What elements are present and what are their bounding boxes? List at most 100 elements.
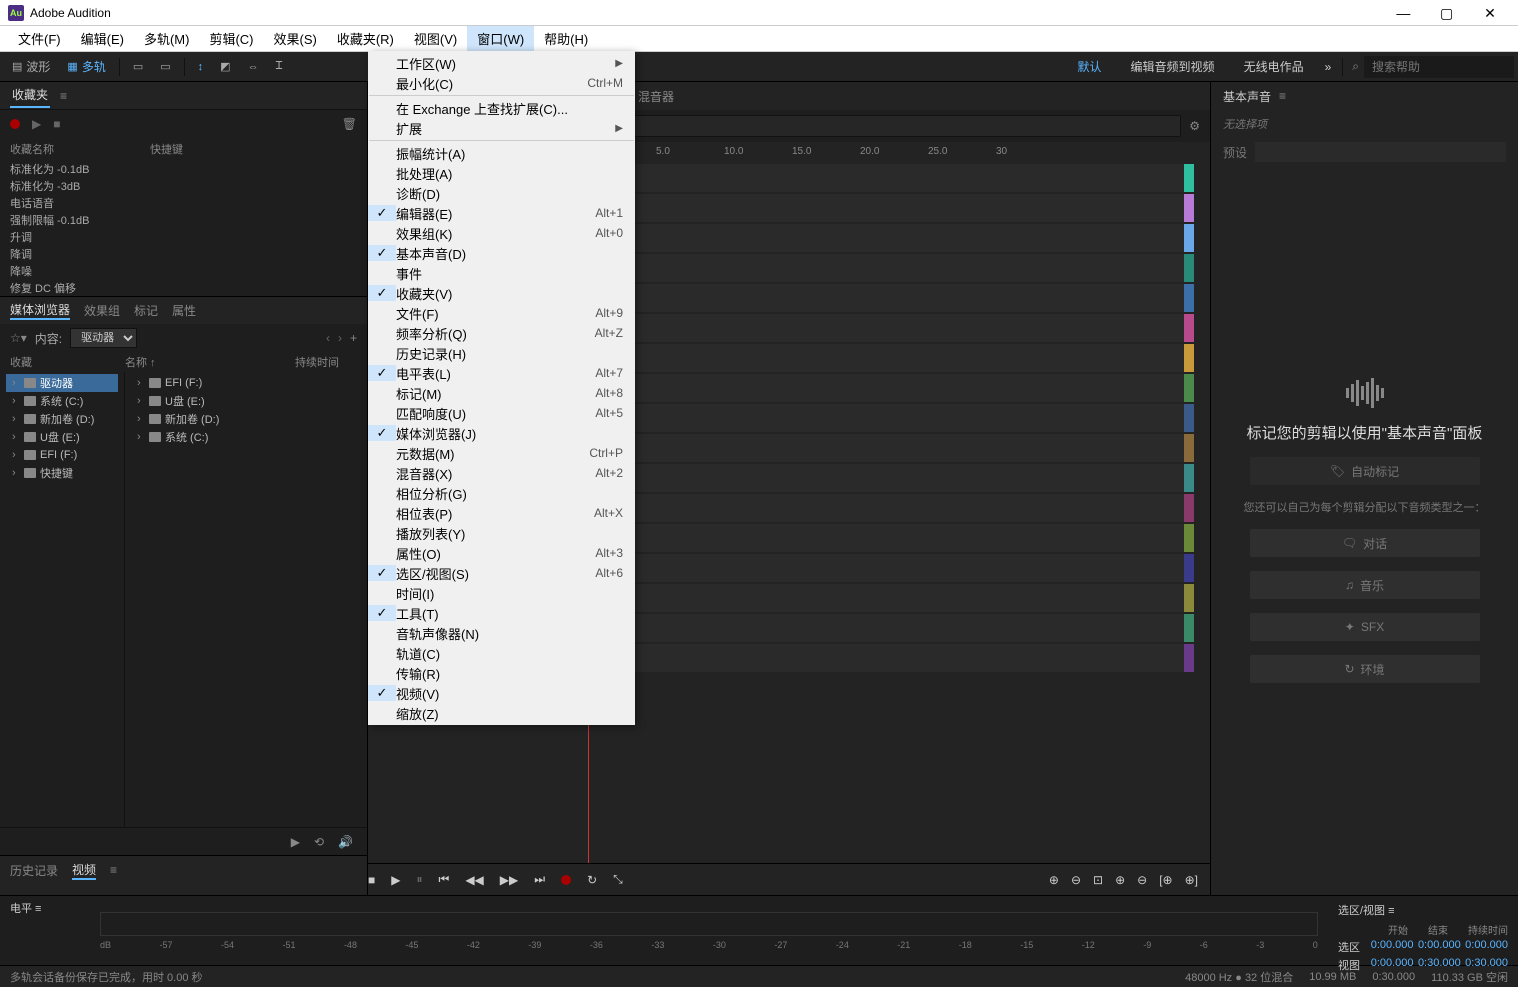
waveform-mode-button[interactable]: ▤波形 (4, 54, 58, 79)
help-search-input[interactable] (1364, 56, 1514, 78)
panel-menu-icon[interactable]: ≡ (60, 89, 67, 103)
menu-item[interactable]: 混音器(X)Alt+2 (368, 463, 635, 483)
play-favorite-button[interactable]: ▶ (32, 117, 41, 131)
menu-item[interactable]: 标记(M)Alt+8 (368, 383, 635, 403)
tab-markers[interactable]: 标记 (134, 302, 158, 319)
type-ambience-button[interactable]: ↻环境 (1250, 655, 1480, 683)
tree-node[interactable]: › U盘 (E:) (6, 428, 118, 446)
type-sfx-button[interactable]: ✦SFX (1250, 613, 1480, 641)
workspace-default[interactable]: 默认 (1064, 58, 1116, 75)
menu-编辑(E)[interactable]: 编辑(E) (71, 26, 134, 51)
menu-item[interactable]: 批处理(A) (368, 163, 635, 183)
fastfwd-button[interactable]: ▶▶ (500, 873, 518, 887)
tree-node[interactable]: › U盘 (E:) (131, 392, 361, 410)
zoom-out-v-icon[interactable]: ⊖ (1137, 873, 1147, 887)
menu-item[interactable]: ✓收藏夹(V) (368, 283, 635, 303)
tab-effects-rack[interactable]: 效果组 (84, 302, 120, 319)
menu-帮助(H)[interactable]: 帮助(H) (534, 26, 598, 51)
menu-效果(S)[interactable]: 效果(S) (264, 26, 327, 51)
menu-窗口(W)[interactable]: 窗口(W) (467, 26, 534, 51)
time-tool[interactable]: Ꮖ (268, 56, 291, 77)
favorites-tab[interactable]: 收藏夹 (10, 83, 50, 108)
add-button[interactable]: + (350, 331, 357, 345)
preview-loop-button[interactable]: ⟲ (314, 835, 324, 849)
spectral-toggle[interactable]: ▭ (152, 56, 178, 77)
workspace-more[interactable]: » (1319, 60, 1338, 74)
stop-button[interactable]: ■ (368, 873, 375, 887)
hud-toggle[interactable]: ▭ (125, 56, 151, 77)
tab-history[interactable]: 历史记录 (10, 862, 58, 879)
menu-item[interactable]: 在 Exchange 上查找扩展(C)... (368, 98, 635, 118)
panel-menu-icon[interactable]: ≡ (1279, 89, 1286, 103)
drive-select[interactable]: 驱动器 (70, 328, 137, 348)
menu-item[interactable]: 历史记录(H) (368, 343, 635, 363)
play-button[interactable]: ▶ (391, 873, 400, 887)
razor-tool[interactable]: ◩ (212, 56, 238, 77)
menu-item[interactable]: 振幅统计(A) (368, 143, 635, 163)
col-name[interactable]: 名称 ↑ (125, 354, 295, 370)
rewind-button[interactable]: ◀◀ (465, 873, 483, 887)
menu-item[interactable]: ✓编辑器(E)Alt+1 (368, 203, 635, 223)
tree-node[interactable]: › 系统 (C:) (6, 392, 118, 410)
menu-item[interactable]: 匹配响度(U)Alt+5 (368, 403, 635, 423)
menu-item[interactable]: 工作区(W)▶ (368, 53, 635, 73)
settings-icon[interactable]: ⚙ (1189, 119, 1200, 133)
goto-start-button[interactable]: ⏮ (439, 872, 450, 887)
menu-item[interactable]: 频率分析(Q)Alt+Z (368, 323, 635, 343)
zoom-fit-icon[interactable]: ⊡ (1093, 873, 1103, 887)
favorite-item[interactable]: 强制限幅 -0.1dB (0, 211, 367, 228)
close-button[interactable]: ✕ (1470, 1, 1510, 25)
stop-favorite-button[interactable]: ■ (53, 117, 60, 131)
delete-favorite-button[interactable]: 🗑 (342, 117, 357, 131)
preview-auto-button[interactable]: 🔊 (338, 835, 353, 849)
favorite-item[interactable]: 标准化为 -3dB (0, 177, 367, 194)
tab-mixer[interactable]: 混音器 (638, 88, 674, 105)
move-tool[interactable]: ↕ (190, 57, 212, 77)
menu-item[interactable]: 播放列表(Y) (368, 523, 635, 543)
auto-tag-button[interactable]: 🏷自动标记 (1250, 457, 1480, 485)
pause-button[interactable]: ⏸ (416, 872, 422, 887)
menu-item[interactable]: ✓选区/视图(S)Alt+6 (368, 563, 635, 583)
favorite-item[interactable]: 修复 DC 偏移 (0, 279, 367, 296)
slip-tool[interactable]: ⇔ (240, 57, 267, 77)
goto-end-button[interactable]: ⏭ (534, 872, 545, 887)
tree-node[interactable]: › EFI (F:) (6, 446, 118, 464)
shortcuts-icon[interactable]: ☆▾ (10, 331, 27, 345)
tree-node[interactable]: › 系统 (C:) (131, 428, 361, 446)
menu-item[interactable]: 最小化(C)Ctrl+M (368, 73, 635, 93)
type-music-button[interactable]: ♫音乐 (1250, 571, 1480, 599)
tab-properties[interactable]: 属性 (172, 302, 196, 319)
menu-item[interactable]: ✓电平表(L)Alt+7 (368, 363, 635, 383)
favorite-item[interactable]: 降调 (0, 245, 367, 262)
menu-item[interactable]: 属性(O)Alt+3 (368, 543, 635, 563)
menu-item[interactable]: 时间(I) (368, 583, 635, 603)
loop-button[interactable]: ↻ (587, 873, 597, 887)
menu-item[interactable]: ✓工具(T) (368, 603, 635, 623)
menu-剪辑(C)[interactable]: 剪辑(C) (199, 26, 263, 51)
menu-item[interactable]: 传输(R) (368, 663, 635, 683)
zoom-out-icon[interactable]: ⊖ (1071, 873, 1081, 887)
tree-node[interactable]: › 新加卷 (D:) (131, 410, 361, 428)
workspace-edit-av[interactable]: 编辑音频到视频 (1117, 58, 1229, 75)
menu-视图(V)[interactable]: 视图(V) (404, 26, 467, 51)
menu-item[interactable]: 相位表(P)Alt+X (368, 503, 635, 523)
tree-node[interactable]: › 新加卷 (D:) (6, 410, 118, 428)
multitrack-mode-button[interactable]: ▦多轨 (59, 54, 113, 79)
preset-dropdown[interactable] (1255, 142, 1506, 162)
menu-item[interactable]: ✓基本声音(D) (368, 243, 635, 263)
menu-item[interactable]: 诊断(D) (368, 183, 635, 203)
tab-media-browser[interactable]: 媒体浏览器 (10, 301, 70, 320)
favorite-item[interactable]: 降噪 (0, 262, 367, 279)
tree-node[interactable]: › EFI (F:) (131, 374, 361, 392)
menu-item[interactable]: 事件 (368, 263, 635, 283)
fwd-button[interactable]: › (338, 331, 342, 345)
menu-item[interactable]: ✓媒体浏览器(J) (368, 423, 635, 443)
tree-node[interactable]: › 快捷键 (6, 464, 118, 482)
favorite-item[interactable]: 电话语音 (0, 194, 367, 211)
panel-menu-icon[interactable]: ≡ (110, 863, 117, 877)
type-dialogue-button[interactable]: 🗨对话 (1250, 529, 1480, 557)
tab-video[interactable]: 视频 (72, 861, 96, 880)
col-fav[interactable]: 收藏 (10, 354, 125, 370)
favorite-item[interactable]: 标准化为 -0.1dB (0, 160, 367, 177)
col-duration[interactable]: 持续时间 (295, 354, 339, 370)
